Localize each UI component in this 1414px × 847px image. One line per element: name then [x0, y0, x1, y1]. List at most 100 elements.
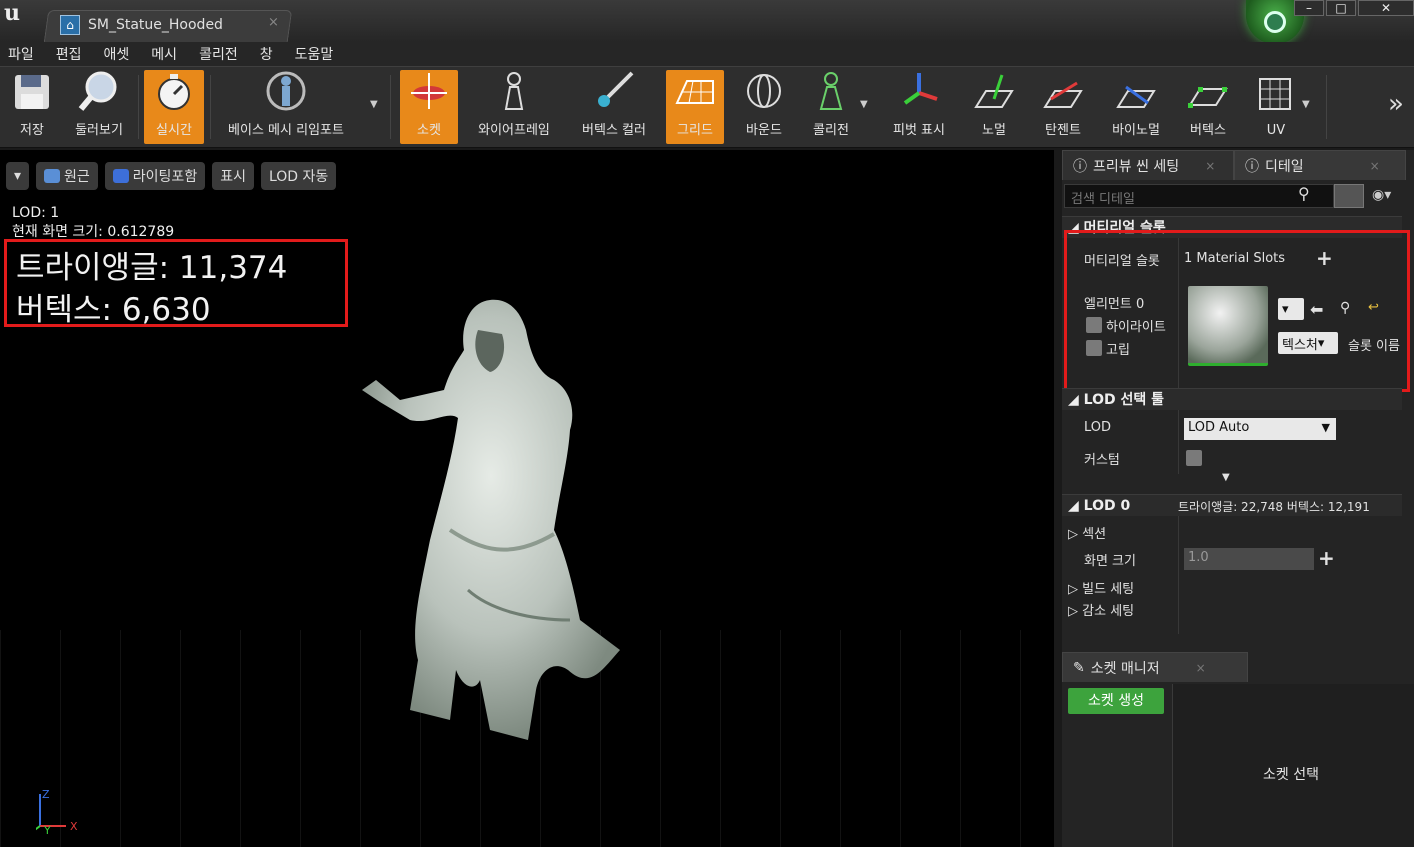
menu-collision[interactable]: 콜리전 [199, 44, 238, 64]
save-label: 저장 [20, 123, 44, 138]
toolbar-overflow-icon[interactable]: » [1388, 89, 1404, 119]
toolbar-separator [1326, 75, 1327, 139]
add-screen-size-icon[interactable]: + [1318, 546, 1335, 570]
menu-asset[interactable]: 애셋 [104, 44, 130, 64]
lod-select[interactable]: LOD Auto ▼ [1184, 418, 1336, 440]
browse-button[interactable]: 둘러보기 [68, 70, 130, 144]
realtime-button[interactable]: 실시간 [144, 70, 204, 144]
binormal-button[interactable]: 바이노멀 [1104, 70, 1168, 144]
uv-label: UV [1266, 123, 1286, 138]
custom-checkbox[interactable] [1186, 450, 1202, 466]
maximize-button[interactable]: □ [1326, 0, 1356, 16]
close-button[interactable]: ✕ [1358, 0, 1414, 16]
uv-dropdown-icon[interactable]: ▼ [1302, 99, 1310, 110]
details-search-input[interactable]: 검색 디테일 [1064, 184, 1334, 208]
menu-window[interactable]: 창 [260, 44, 273, 64]
tangent-icon [1041, 69, 1085, 113]
reimport-button[interactable]: 베이스 메시 리임포트 [214, 70, 358, 144]
tab-close-icon[interactable]: × [1370, 159, 1380, 173]
minimize-button[interactable]: – [1294, 0, 1324, 16]
normal-button[interactable]: 노멀 [966, 70, 1022, 144]
sections-label: 섹션 [1082, 527, 1107, 542]
tab-socket-manager[interactable]: ✎ 소켓 매니저 × [1062, 652, 1248, 682]
pivot-icon [897, 69, 941, 113]
search-icon[interactable]: ⚲ [1298, 184, 1310, 203]
reimport-figure-icon [264, 69, 308, 113]
bounds-label: 바운드 [746, 123, 782, 138]
lit-label: 라이팅포함 [132, 169, 198, 185]
lod-label: LOD [1084, 420, 1112, 435]
custom-label: 커스텀 [1084, 453, 1120, 468]
normal-icon [972, 69, 1016, 113]
binormal-icon [1114, 69, 1158, 113]
wireframe-button[interactable]: 와이어프레임 [470, 70, 558, 144]
save-button[interactable]: 저장 [6, 70, 58, 144]
eye-icon[interactable]: ◉▾ [1372, 187, 1391, 203]
screen-size-input[interactable]: 1.0 [1184, 548, 1314, 570]
expand-advanced-icon[interactable]: ▼ [1222, 472, 1230, 483]
toolbar-separator [210, 75, 211, 139]
details-panel: ⓘ 프리뷰 씬 세팅 × ⓘ 디테일 × 검색 디테일 ⚲ ◉▾ ◢ 머티리얼 … [1062, 150, 1414, 847]
viewport-toolbar: ▾ 원근 라이팅포함 표시 LOD 자동 [6, 162, 337, 190]
toolbar-separator [138, 75, 139, 139]
tab-close-icon[interactable]: × [1196, 661, 1206, 675]
menu-help[interactable]: 도움말 [295, 44, 334, 64]
lod-picker-header[interactable]: ◢ LOD 선택 툴 [1062, 388, 1402, 410]
show-button[interactable]: 표시 [212, 162, 254, 190]
tangent-button[interactable]: 탄젠트 [1034, 70, 1092, 144]
grid-button[interactable]: 그리드 [666, 70, 724, 144]
column-separator [1178, 516, 1179, 634]
viewport[interactable]: ▾ 원근 라이팅포함 표시 LOD 자동 LOD: 1 현재 화면 크기: 0.… [0, 150, 1054, 847]
floppy-disk-icon [10, 70, 54, 113]
title-bar: u ⌂ SM_Statue_Hooded × – □ ✕ [0, 0, 1414, 44]
lit-button[interactable]: 라이팅포함 [104, 162, 206, 190]
pivot-label: 피벗 표시 [893, 123, 945, 138]
bounds-button[interactable]: 바운드 [736, 70, 792, 144]
panel-tabs: ⓘ 프리뷰 씬 세팅 × ⓘ 디테일 × [1062, 150, 1414, 180]
info-icon: ⓘ [1073, 158, 1087, 175]
statue-mesh [362, 299, 620, 740]
uv-grid-icon [1254, 73, 1298, 117]
reimport-dropdown-icon[interactable]: ▼ [370, 99, 378, 110]
socket-icon [407, 69, 451, 113]
tab-close-icon[interactable]: × [1205, 159, 1215, 173]
bounds-icon [742, 69, 786, 113]
menu-file[interactable]: 파일 [8, 44, 34, 64]
vertex-button[interactable]: 버텍스 [1180, 70, 1236, 144]
browse-label: 둘러보기 [75, 123, 123, 138]
create-socket-button[interactable]: 소켓 생성 [1068, 688, 1164, 714]
lod-auto-button[interactable]: LOD 자동 [260, 162, 337, 190]
reduction-settings-row[interactable]: ▷ 감소 세팅 [1068, 600, 1134, 619]
axis-y-label: Y [43, 824, 51, 837]
build-settings-row[interactable]: ▷ 빌드 세팅 [1068, 578, 1134, 597]
normal-label: 노멀 [982, 123, 1006, 138]
menu-edit[interactable]: 편집 [56, 44, 82, 64]
wireframe-label: 와이어프레임 [478, 123, 550, 138]
menu-mesh[interactable]: 메시 [151, 44, 177, 64]
socket-button[interactable]: 소켓 [400, 70, 458, 144]
build-settings-label: 빌드 세팅 [1082, 582, 1135, 597]
chevron-down-icon: ▼ [1321, 421, 1330, 434]
tab-close-icon[interactable]: × [268, 15, 279, 30]
lod-line: LOD: 1 [12, 205, 60, 221]
property-matrix-button[interactable] [1334, 184, 1364, 208]
vertex-color-button[interactable]: 버텍스 컬러 [574, 70, 654, 144]
sections-row[interactable]: ▷ 섹션 [1068, 523, 1106, 542]
perspective-button[interactable]: 원근 [36, 162, 98, 190]
lod-select-value: LOD Auto [1188, 420, 1250, 435]
axis-z-label: Z [42, 788, 50, 801]
uv-button[interactable]: UV [1248, 70, 1304, 144]
tab-details-label: 디테일 [1265, 158, 1304, 175]
pivot-button[interactable]: 피벗 표시 [884, 70, 954, 144]
collision-dropdown-icon[interactable]: ▼ [860, 99, 868, 110]
lod0-header-label: LOD 0 [1083, 498, 1131, 514]
tab-preview-scene-settings[interactable]: ⓘ 프리뷰 씬 세팅 × [1062, 150, 1234, 180]
tab-preview-label: 프리뷰 씬 세팅 [1093, 158, 1180, 175]
column-separator [1178, 410, 1179, 474]
lit-cube-icon [112, 169, 129, 183]
unreal-logo-icon[interactable]: u [4, 2, 28, 26]
collision-button[interactable]: 콜리전 [804, 70, 858, 144]
tab-details[interactable]: ⓘ 디테일 × [1234, 150, 1406, 180]
viewport-options-button[interactable]: ▾ [6, 162, 30, 190]
asset-tab-content[interactable]: ⌂ SM_Statue_Hooded [60, 12, 223, 38]
